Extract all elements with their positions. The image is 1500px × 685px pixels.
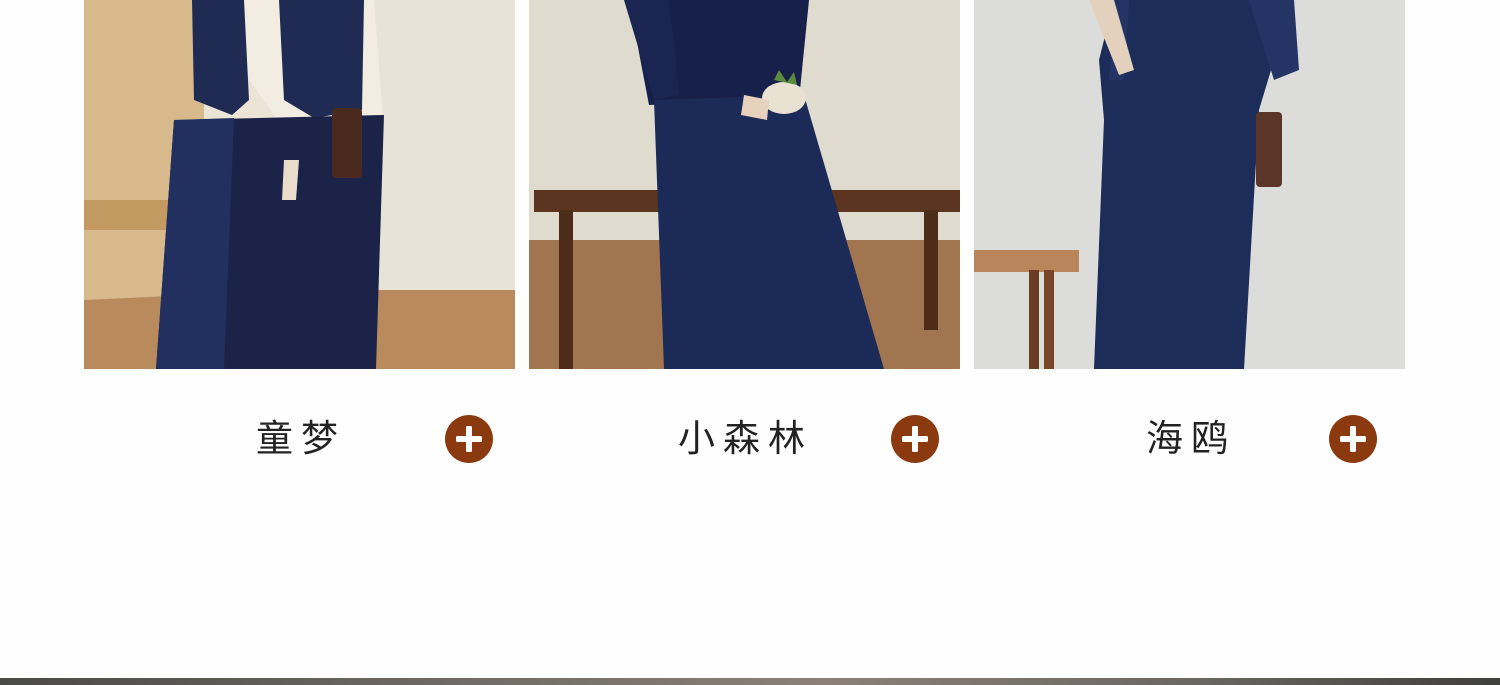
- plus-icon: [1340, 426, 1366, 452]
- model-photo: [84, 0, 515, 369]
- add-button-3[interactable]: [1329, 415, 1377, 463]
- model-photo: [529, 0, 960, 369]
- plus-icon: [456, 426, 482, 452]
- next-section-edge: [0, 678, 1500, 685]
- product-name-1: 童梦: [256, 417, 346, 460]
- add-button-1[interactable]: [445, 415, 493, 463]
- product-name-3: 海鸥: [1146, 417, 1236, 460]
- product-photo-1[interactable]: [84, 0, 515, 369]
- model-photo: [974, 0, 1405, 369]
- product-photo-2[interactable]: [529, 0, 960, 369]
- product-name-2: 小森林: [678, 417, 813, 460]
- product-photo-3[interactable]: [974, 0, 1405, 369]
- add-button-2[interactable]: [891, 415, 939, 463]
- plus-icon: [902, 426, 928, 452]
- product-showcase: 童梦 小森林 海鸥: [0, 0, 1500, 685]
